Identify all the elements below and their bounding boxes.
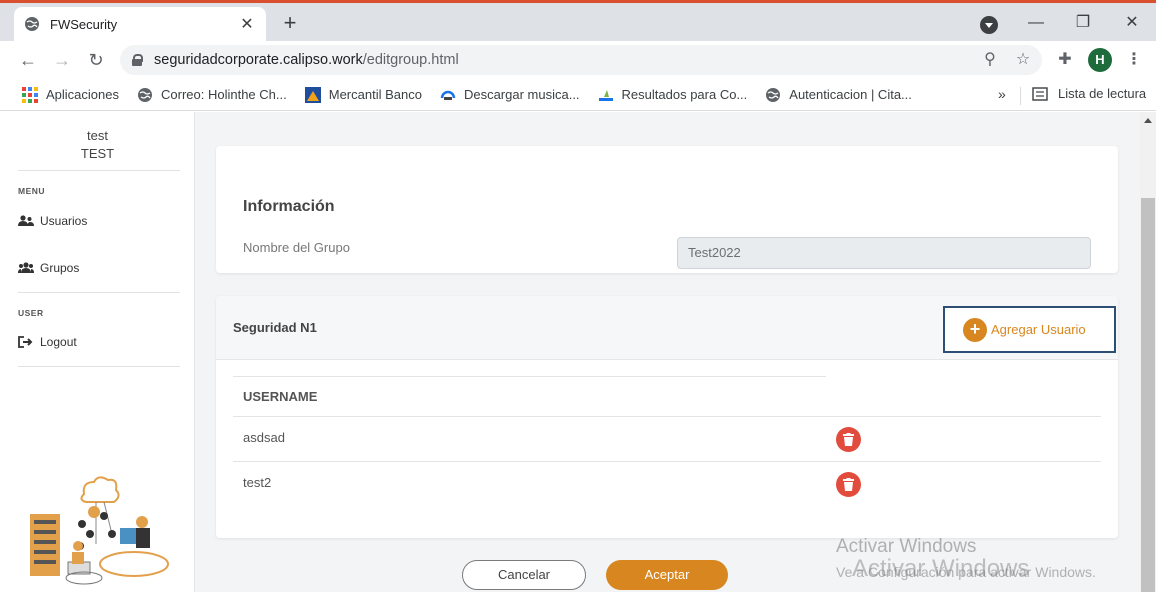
tab-title: FWSecurity — [50, 16, 118, 32]
bookmark-apps[interactable]: Aplicaciones — [22, 86, 119, 103]
browser-tab[interactable]: FWSecurity ✕ — [14, 7, 266, 41]
bookmark-label: Resultados para Co... — [621, 87, 748, 102]
bookmarks-bar: Aplicaciones Correo: Holinthe Ch... Merc… — [0, 79, 1156, 111]
group-name-label: Nombre del Grupo — [243, 240, 350, 255]
bookmarks-overflow-icon[interactable]: » — [998, 86, 1006, 102]
sidebar-item-usuarios[interactable]: Usuarios — [18, 214, 87, 228]
sidebar: test TEST MENU Usuarios Grupos USER Logo… — [0, 112, 195, 592]
address-bar[interactable]: seguridadcorporate.calipso.work/editgrou… — [120, 45, 1042, 75]
minimize-icon[interactable]: — — [1022, 11, 1050, 35]
bookmark-correo[interactable]: Correo: Holinthe Ch... — [137, 87, 287, 103]
accept-button[interactable]: Aceptar — [606, 560, 728, 590]
table-divider — [233, 416, 1101, 417]
windows-activation-overlay: Activar Windows — [852, 555, 1030, 582]
close-window-icon[interactable]: ✕ — [1118, 11, 1146, 35]
tab-bar: FWSecurity ✕ + — ❐ ✕ — [0, 3, 1156, 41]
sidebar-item-grupos[interactable]: Grupos — [18, 261, 79, 275]
trash-icon — [843, 433, 854, 446]
security-card-title: Seguridad N1 — [233, 320, 317, 335]
security-card: Seguridad N1 + Agregar Usuario USERNAME … — [216, 296, 1118, 538]
bookmark-label: Descargar musica... — [463, 87, 580, 102]
address-bar-row: ← → ↻ seguridadcorporate.calipso.work/ed… — [0, 41, 1156, 79]
user-name: test — [87, 128, 108, 143]
back-icon[interactable]: ← — [16, 48, 40, 72]
trash-icon — [843, 478, 854, 491]
extensions-icon[interactable]: ✚ — [1055, 49, 1075, 71]
user-heading: USER — [18, 308, 44, 318]
security-card-header: Seguridad N1 + Agregar Usuario — [216, 296, 1118, 360]
bookmark-label: Correo: Holinthe Ch... — [161, 87, 287, 102]
lock-icon[interactable] — [132, 54, 143, 66]
logout-icon — [18, 336, 33, 348]
reading-list-label: Lista de lectura — [1058, 86, 1147, 101]
sidebar-item-label: Logout — [40, 335, 77, 349]
delete-button[interactable] — [836, 427, 861, 452]
add-user-button[interactable]: + Agregar Usuario — [943, 306, 1116, 353]
scroll-thumb[interactable] — [1141, 198, 1155, 592]
forward-icon[interactable]: → — [50, 48, 74, 72]
reload-icon[interactable]: ↻ — [84, 48, 108, 72]
new-tab-button[interactable]: + — [278, 11, 302, 35]
reading-list-button[interactable]: Lista de lectura — [1032, 86, 1146, 101]
url-path: /editgroup.html — [362, 52, 459, 68]
zoom-icon[interactable]: ⚲ — [980, 49, 1000, 71]
apps-icon — [22, 86, 38, 103]
add-user-label: Agregar Usuario — [991, 322, 1086, 337]
bookmarks-divider — [1020, 87, 1021, 105]
table-divider — [233, 376, 826, 377]
globe-icon — [766, 87, 781, 102]
menu-heading: MENU — [18, 186, 46, 196]
page-viewport: test TEST MENU Usuarios Grupos USER Logo… — [0, 112, 1140, 592]
search-result-icon — [598, 89, 613, 101]
column-header-username: USERNAME — [243, 389, 318, 404]
music-icon — [440, 90, 456, 100]
info-card-title: Información — [243, 198, 335, 215]
bookmark-autenticacion[interactable]: Autenticacion | Cita... — [765, 87, 912, 103]
globe-icon — [138, 87, 152, 102]
bank-icon — [304, 86, 321, 103]
bookmark-star-icon[interactable]: ☆ — [1013, 49, 1033, 71]
group-name-field[interactable]: Test2022 — [677, 237, 1091, 269]
bookmark-resultados[interactable]: Resultados para Co... — [598, 87, 748, 103]
bookmark-musica[interactable]: Descargar musica... — [440, 87, 580, 103]
users-icon — [18, 215, 34, 226]
user-role: TEST — [80, 146, 115, 161]
security-illustration — [30, 476, 169, 585]
bookmark-label: Aplicaciones — [46, 87, 119, 102]
sidebar-item-logout[interactable]: Logout — [18, 335, 77, 349]
sidebar-item-label: Grupos — [40, 261, 80, 275]
globe-icon — [25, 17, 39, 31]
cancel-button[interactable]: Cancelar — [462, 560, 586, 590]
menu-kebab-icon[interactable]: ⋮ — [1124, 49, 1144, 71]
table-row-username: asdsad — [243, 430, 285, 445]
delete-button[interactable] — [836, 472, 861, 497]
reading-list-icon — [1032, 86, 1048, 101]
close-tab-icon[interactable]: ✕ — [238, 14, 256, 34]
restore-icon[interactable]: ❐ — [1069, 11, 1097, 35]
url-text: seguridadcorporate.calipso.work/editgrou… — [154, 52, 459, 68]
table-divider — [233, 461, 1101, 462]
url-host: seguridadcorporate.calipso.work — [154, 52, 363, 68]
page-scrollbar[interactable] — [1140, 112, 1156, 592]
sidebar-item-label: Usuarios — [40, 214, 88, 228]
scroll-up-icon[interactable] — [1144, 118, 1152, 123]
sidebar-divider — [18, 170, 180, 171]
table-row-username: test2 — [243, 475, 272, 490]
profile-avatar[interactable]: H — [1088, 48, 1112, 72]
bookmark-mercantil[interactable]: Mercantil Banco — [304, 86, 422, 103]
sidebar-divider — [18, 366, 180, 367]
bookmark-label: Mercantil Banco — [328, 87, 422, 102]
group-icon — [18, 262, 34, 273]
sidebar-divider — [18, 292, 180, 293]
tab-search-icon[interactable] — [980, 16, 998, 34]
plus-icon: + — [963, 317, 987, 342]
bookmark-label: Autenticacion | Cita... — [789, 87, 912, 102]
info-card: Información Nombre del Grupo Test2022 — [216, 146, 1118, 273]
